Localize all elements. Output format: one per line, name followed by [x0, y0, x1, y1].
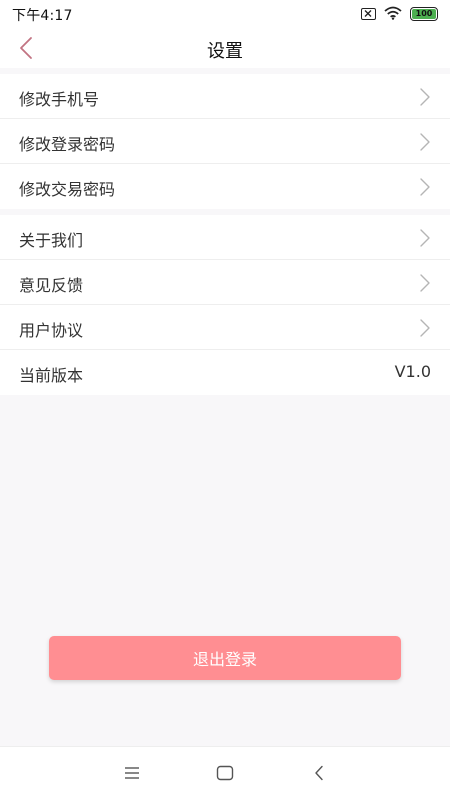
system-menu-button[interactable]	[121, 762, 143, 784]
page-title: 设置	[207, 41, 243, 62]
system-back-button[interactable]	[308, 762, 330, 784]
menu-item-label: 用户协议	[19, 321, 84, 340]
chevron-right-icon	[420, 178, 430, 196]
system-home-button[interactable]	[214, 762, 236, 784]
menu-item-change-login-password[interactable]: 修改登录密码	[0, 119, 450, 164]
wifi-icon	[384, 5, 402, 24]
menu-item-label: 当前版本	[19, 366, 84, 385]
menu-icon	[125, 767, 139, 779]
battery-icon: 100	[410, 7, 438, 21]
chevron-right-icon	[420, 229, 430, 247]
sim-icon	[361, 8, 376, 20]
chevron-right-icon	[420, 274, 430, 292]
logout-button[interactable]: 退出登录	[49, 636, 401, 680]
menu-item-change-phone[interactable]: 修改手机号	[0, 74, 450, 119]
settings-group-about: 关于我们 意见反馈 用户协议 当前版本 V1.0	[0, 215, 450, 395]
settings-group-account: 修改手机号 修改登录密码 修改交易密码	[0, 74, 450, 209]
menu-item-user-agreement[interactable]: 用户协议	[0, 305, 450, 350]
menu-item-feedback[interactable]: 意见反馈	[0, 260, 450, 305]
status-icons: 100	[361, 6, 438, 22]
menu-item-change-trade-password[interactable]: 修改交易密码	[0, 164, 450, 209]
menu-item-about-us[interactable]: 关于我们	[0, 215, 450, 260]
system-nav-bar	[0, 746, 450, 800]
menu-item-label: 意见反馈	[19, 276, 84, 295]
status-time: 下午4:17	[12, 8, 73, 24]
chevron-right-icon	[420, 88, 430, 106]
home-icon	[216, 765, 234, 781]
chevron-right-icon	[420, 133, 430, 151]
menu-item-label: 修改交易密码	[19, 180, 116, 199]
menu-item-label: 关于我们	[19, 231, 84, 250]
menu-item-current-version: 当前版本 V1.0	[0, 350, 450, 395]
chevron-right-icon	[420, 319, 430, 337]
menu-item-label: 修改手机号	[19, 90, 100, 109]
menu-item-label: 修改登录密码	[19, 135, 116, 154]
status-bar: 下午4:17 100	[0, 0, 450, 28]
battery-level: 100	[412, 9, 436, 19]
back-icon	[315, 765, 323, 781]
header: 设置	[0, 28, 450, 68]
version-value: V1.0	[394, 362, 431, 381]
